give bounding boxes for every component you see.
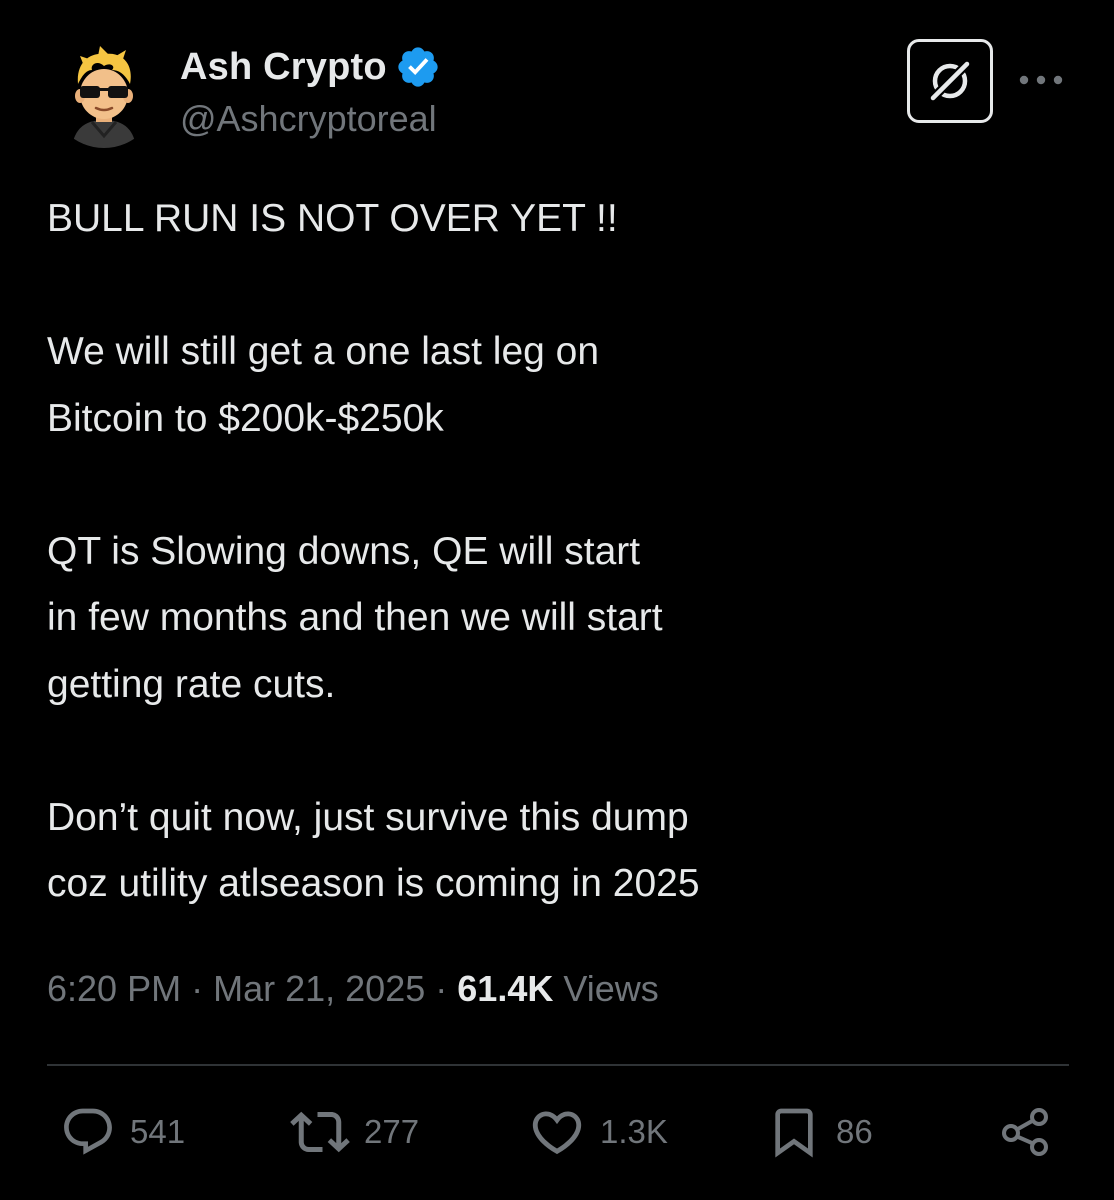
heart-icon — [532, 1111, 582, 1155]
meta-separator: · — [191, 968, 204, 1009]
avatar[interactable] — [50, 40, 158, 148]
share-icon — [1002, 1108, 1048, 1156]
meta-separator: · — [435, 968, 448, 1009]
repost-button[interactable]: 277 — [290, 1104, 419, 1160]
bookmark-icon — [775, 1108, 813, 1158]
author-handle[interactable]: @Ashcryptoreal — [180, 98, 437, 140]
tweet-date[interactable]: Mar 21, 2025 — [213, 968, 425, 1009]
tweet-text: BULL RUN IS NOT OVER YET !! We will stil… — [47, 186, 1047, 918]
bookmark-button[interactable]: 86 — [766, 1104, 873, 1160]
views-count: 61.4K — [457, 968, 554, 1009]
verified-badge-icon — [398, 47, 438, 87]
author-name-row[interactable]: Ash Crypto — [180, 44, 441, 90]
share-button[interactable] — [996, 1104, 1056, 1160]
divider — [47, 1064, 1069, 1066]
bookmark-count: 86 — [836, 1113, 873, 1150]
reply-button[interactable]: 541 — [60, 1104, 185, 1160]
tweet-meta: 6:20 PM · Mar 21, 2025 · 61.4K Views — [47, 968, 659, 1010]
more-options-button[interactable] — [1016, 60, 1066, 100]
repost-icon — [290, 1111, 350, 1153]
grok-button[interactable] — [907, 39, 993, 123]
tweet-paragraph: We will still get a one last leg on Bitc… — [47, 330, 600, 440]
tweet-paragraph: QT is Slowing downs, QE will start in fe… — [47, 529, 663, 706]
tweet-paragraph: Don’t quit now, just survive this dump c… — [47, 795, 700, 906]
views-label: Views — [563, 968, 659, 1009]
like-button[interactable]: 1.3K — [528, 1104, 668, 1160]
tweet-time[interactable]: 6:20 PM — [47, 968, 181, 1009]
like-count: 1.3K — [600, 1113, 668, 1150]
more-dots-icon — [1019, 75, 1063, 85]
display-name[interactable]: Ash Crypto — [180, 46, 387, 89]
tweet-paragraph: BULL RUN IS NOT OVER YET !! — [47, 197, 618, 240]
reply-count: 541 — [130, 1113, 186, 1150]
grok-icon — [930, 61, 970, 101]
reply-icon — [64, 1108, 112, 1155]
repost-count: 277 — [364, 1113, 420, 1150]
